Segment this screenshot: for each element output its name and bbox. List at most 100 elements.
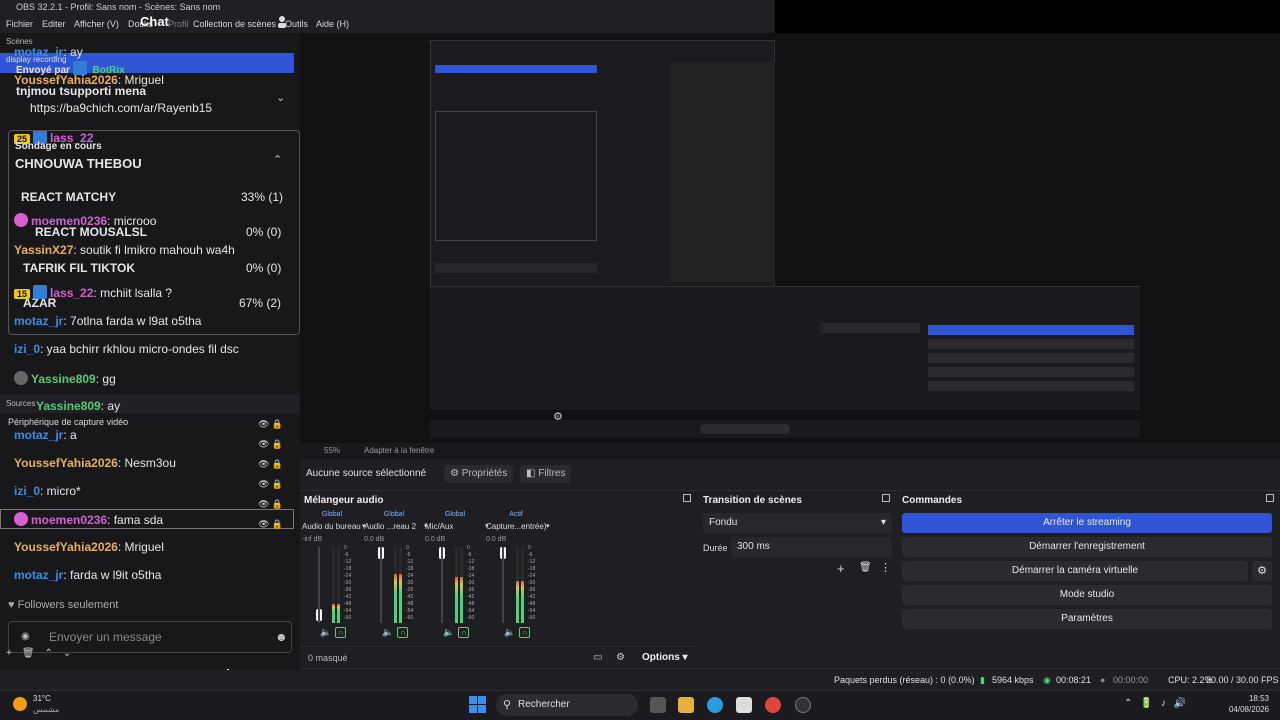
zoom-strip: 55% Adapter à la fenêtre — [300, 443, 1280, 459]
virtual-cam-settings-icon[interactable]: ⚙ — [1252, 561, 1272, 581]
undock-icon[interactable] — [683, 494, 691, 502]
poll-option-label[interactable]: REACT MATCHY — [21, 190, 116, 204]
zoom-level[interactable]: 55% — [324, 446, 340, 455]
level-meter — [455, 547, 458, 623]
rec-time: 00:00:00 — [1113, 675, 1149, 685]
chat-message: YassinX27: soutik fi lmikro mahouh wa4h — [14, 243, 235, 257]
channel-controls[interactable]: 🔈 ∩ — [504, 627, 531, 638]
layout-icon[interactable]: ▭ — [593, 652, 602, 663]
options-button[interactable]: Options ▾ — [642, 652, 688, 663]
menu-profil[interactable]: Profil — [168, 19, 189, 29]
bitrate: 5964 kbps — [992, 675, 1034, 685]
system-tray-icons[interactable]: ⌃🔋♪🔊 — [1124, 698, 1194, 709]
volume-icon: 🔈 — [320, 627, 332, 637]
obs-icon[interactable] — [795, 697, 811, 713]
stream-icon: ◉ — [1043, 675, 1051, 685]
status-bar: Paquets perdus (réseau) : 0 (0.0%) ▮ 596… — [300, 668, 1280, 690]
users-icon[interactable] — [276, 14, 290, 28]
settings-button[interactable]: Paramètres — [902, 609, 1272, 629]
poll-card: Sondage en cours CHNOUWA THEBOU ⌃ REACT … — [8, 130, 300, 335]
taskbar-search[interactable]: Rechercher — [496, 694, 638, 716]
nested-bottom-docks — [430, 286, 1140, 410]
fader-track[interactable] — [380, 547, 382, 623]
level-meter — [516, 547, 519, 623]
task-view-icon[interactable] — [650, 697, 666, 713]
weather-temp: 31°C — [33, 694, 51, 703]
poll-option-result: 33% (1) — [241, 190, 284, 204]
level-meter — [337, 547, 340, 623]
db-scale: 0 -6 -12 -18 -24 -30 -36 -42 -48 -54 -60 — [406, 545, 414, 621]
studio-mode-button[interactable]: Mode studio — [902, 585, 1272, 605]
emoji-icon[interactable]: ☻ — [275, 630, 288, 644]
transition-select[interactable]: Fondu ▾ — [703, 513, 892, 533]
edge-icon[interactable] — [707, 697, 723, 713]
chevron-up-icon[interactable]: ⌃ — [273, 153, 282, 166]
duration-input[interactable]: 300 ms — [731, 537, 892, 557]
mixer-settings-icon[interactable]: ⚙ — [616, 652, 625, 663]
source-visibility-icons[interactable]: 👁 🔒 👁 🔒 👁 🔒 👁 🔒 👁 🔒 👁 🔒 — [258, 414, 288, 530]
db-scale: 0 -6 -12 -18 -24 -30 -36 -42 -48 -54 -60 — [467, 545, 475, 621]
sources-label: Sources — [6, 399, 36, 408]
zoom-fit[interactable]: Adapter à la fenêtre — [364, 446, 434, 455]
scene-toolbar[interactable]: +🗑⌃⌄ — [6, 648, 81, 659]
source-item[interactable]: Périphérique de capture vidéo — [8, 417, 128, 427]
start-icon[interactable] — [469, 696, 486, 713]
chat-message: motaz_jr: 7otlna farda w l9at o5tha — [14, 314, 202, 328]
channel-controls[interactable]: 🔈 ∩ — [320, 627, 347, 638]
trash-icon[interactable]: 🗑 — [859, 562, 872, 573]
channel-db: 0.0 dB — [486, 536, 507, 543]
rec-icon: ● — [1100, 675, 1106, 685]
more-icon[interactable]: ⋮ — [880, 561, 891, 574]
filter-icon: ◧ — [526, 468, 539, 479]
channel-badge: Global — [321, 511, 343, 518]
channel-badge: Global — [444, 511, 466, 518]
menu-aide[interactable]: Aide (H) — [316, 19, 349, 29]
properties-button[interactable]: ⚙ Propriétés — [444, 465, 514, 483]
chevron-down-icon[interactable]: ▾ — [546, 522, 550, 530]
chrome-icon[interactable] — [765, 697, 781, 713]
chat-message: motaz_jr: farda w l9it o5tha — [14, 568, 162, 582]
chat-message: YoussefYahia2026: Mriguel — [14, 540, 164, 554]
headphone-icon: ∩ — [458, 627, 470, 638]
mixer-title: Mélangeur audio — [304, 495, 384, 506]
gear-icon: ⚙ — [450, 468, 462, 479]
settings-gear-icon[interactable]: ⚙ — [220, 666, 236, 670]
masked-count: 0 masqué — [308, 653, 348, 663]
headphone-icon: ∩ — [397, 627, 409, 638]
undock-icon[interactable] — [882, 494, 890, 502]
search-icon: ⚲ — [503, 699, 512, 711]
commands-dock: Commandes Arrêter le streaming Démarrer … — [898, 490, 1280, 668]
volume-icon: 🔈 — [382, 627, 394, 637]
menu-collection[interactable]: Collection de scènes — [193, 19, 276, 29]
undock-icon[interactable] — [1266, 494, 1274, 502]
chevron-down-icon[interactable]: ⌄ — [276, 91, 285, 104]
menu-bar: Fichier Editer Afficher (V) Docks Profil… — [0, 15, 775, 33]
filters-button[interactable]: ◧ Filtres — [520, 465, 572, 483]
chevron-down-icon: ▾ — [880, 517, 886, 528]
volume-icon: 🔈 — [504, 627, 516, 637]
store-icon[interactable] — [736, 697, 752, 713]
link-line[interactable]: https://ba9chich.com/ar/Rayenb15 — [30, 101, 212, 115]
nested-taskbar — [430, 420, 1140, 438]
menu-fichier[interactable]: Fichier — [6, 19, 33, 29]
start-recording-button[interactable]: Démarrer l'enregistrement — [902, 537, 1272, 557]
virtual-cam-button[interactable]: Démarrer la caméra virtuelle — [902, 561, 1248, 581]
clock-date: 04/08/2026 — [1228, 705, 1269, 714]
headphone-icon: ∩ — [519, 627, 531, 638]
add-icon[interactable]: + — [837, 561, 845, 576]
fader-track[interactable] — [318, 547, 320, 623]
channel-controls[interactable]: 🔈 ∩ — [443, 627, 470, 638]
chat-message: izi_0: yaa bchirr rkhlou micro-ondes fil… — [14, 342, 239, 356]
db-scale: 0 -6 -12 -18 -24 -30 -36 -42 -48 -54 -60 — [344, 545, 352, 621]
weather-icon[interactable] — [13, 697, 27, 711]
stop-streaming-button[interactable]: Arrêter le streaming — [902, 513, 1272, 533]
level-meter — [399, 547, 402, 623]
poll-option-label[interactable]: TAFRIK FIL TIKTOK — [23, 261, 135, 275]
fader-track[interactable] — [502, 547, 504, 623]
menu-afficher[interactable]: Afficher (V) — [74, 19, 119, 29]
menu-editer[interactable]: Editer — [42, 19, 66, 29]
channel-controls[interactable]: 🔈 ∩ — [382, 627, 409, 638]
file-explorer-icon[interactable] — [678, 697, 694, 713]
fader-track[interactable] — [441, 547, 443, 623]
chat-panel: Scènes motaz_jr: ay display recording En… — [0, 33, 300, 670]
